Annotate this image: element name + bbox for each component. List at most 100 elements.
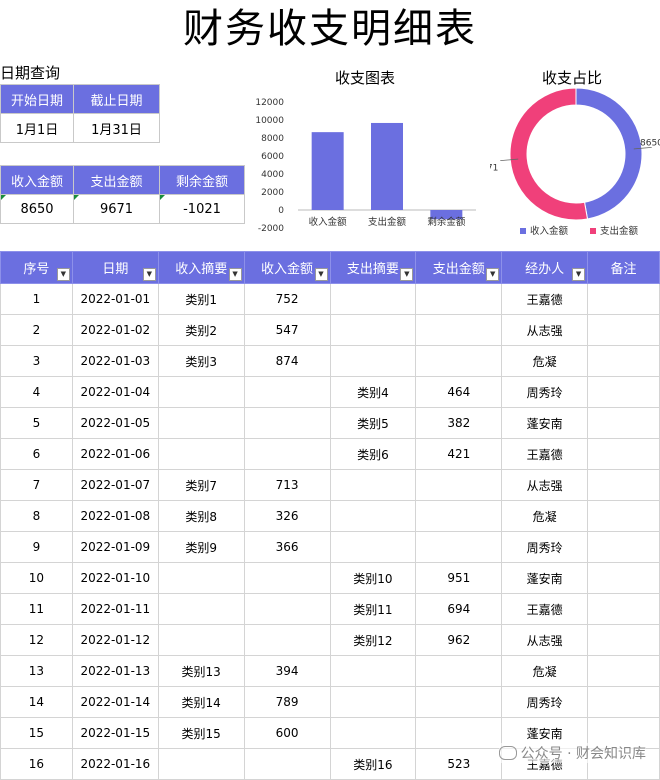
cell-expense-amount[interactable]: 464 bbox=[415, 376, 503, 408]
cell-income-amount[interactable] bbox=[243, 593, 331, 625]
cell-expense-desc[interactable]: 类别4 bbox=[329, 376, 417, 408]
cell-index[interactable]: 11 bbox=[0, 593, 73, 625]
cell-income-desc[interactable]: 类别7 bbox=[157, 469, 245, 501]
cell-handler[interactable]: 王嘉德 bbox=[501, 438, 589, 470]
col-header-handler[interactable]: 经办人 ▼ bbox=[501, 251, 589, 284]
cell-handler[interactable]: 周秀玲 bbox=[501, 686, 589, 718]
cell-handler[interactable]: 危凝 bbox=[501, 345, 589, 377]
cell-date[interactable]: 2022-01-04 bbox=[71, 376, 159, 408]
cell-remark[interactable] bbox=[587, 655, 660, 687]
cell-income-desc[interactable]: 类别14 bbox=[157, 686, 245, 718]
cell-income-desc[interactable] bbox=[157, 562, 245, 594]
cell-index[interactable]: 15 bbox=[0, 717, 73, 749]
filter-dropdown-icon[interactable]: ▼ bbox=[486, 268, 500, 281]
cell-income-desc[interactable] bbox=[157, 407, 245, 439]
cell-expense-amount[interactable] bbox=[415, 717, 503, 749]
cell-income-amount[interactable] bbox=[243, 407, 331, 439]
cell-date[interactable]: 2022-01-03 bbox=[71, 345, 159, 377]
cell-handler[interactable]: 蓬安南 bbox=[501, 407, 589, 439]
start-date-input[interactable]: 1月1日 bbox=[0, 113, 74, 143]
cell-remark[interactable] bbox=[587, 438, 660, 470]
cell-income-desc[interactable]: 类别13 bbox=[157, 655, 245, 687]
cell-expense-desc[interactable]: 类别16 bbox=[329, 748, 417, 780]
cell-expense-amount[interactable]: 523 bbox=[415, 748, 503, 780]
cell-expense-desc[interactable] bbox=[329, 469, 417, 501]
cell-expense-amount[interactable] bbox=[415, 469, 503, 501]
cell-handler[interactable]: 从志强 bbox=[501, 314, 589, 346]
filter-dropdown-icon[interactable]: ▼ bbox=[314, 268, 328, 281]
col-header-income-desc[interactable]: 收入摘要 ▼ bbox=[157, 251, 245, 284]
cell-handler[interactable]: 蓬安南 bbox=[501, 562, 589, 594]
cell-index[interactable]: 6 bbox=[0, 438, 73, 470]
col-header-expense-amount[interactable]: 支出金额 ▼ bbox=[415, 251, 503, 284]
cell-date[interactable]: 2022-01-08 bbox=[71, 500, 159, 532]
cell-income-amount[interactable] bbox=[243, 438, 331, 470]
cell-expense-desc[interactable]: 类别5 bbox=[329, 407, 417, 439]
cell-remark[interactable] bbox=[587, 593, 660, 625]
cell-remark[interactable] bbox=[587, 624, 660, 656]
cell-expense-amount[interactable] bbox=[415, 655, 503, 687]
expense-total-cell[interactable]: 9671 bbox=[73, 194, 160, 224]
cell-expense-desc[interactable]: 类别10 bbox=[329, 562, 417, 594]
cell-date[interactable]: 2022-01-14 bbox=[71, 686, 159, 718]
cell-remark[interactable] bbox=[587, 562, 660, 594]
cell-remark[interactable] bbox=[587, 283, 660, 315]
cell-date[interactable]: 2022-01-13 bbox=[71, 655, 159, 687]
cell-date[interactable]: 2022-01-01 bbox=[71, 283, 159, 315]
cell-date[interactable]: 2022-01-12 bbox=[71, 624, 159, 656]
cell-expense-desc[interactable]: 类别6 bbox=[329, 438, 417, 470]
cell-index[interactable]: 3 bbox=[0, 345, 73, 377]
end-date-input[interactable]: 1月31日 bbox=[73, 113, 160, 143]
col-header-remark[interactable]: 备注 bbox=[587, 251, 660, 284]
cell-handler[interactable]: 危凝 bbox=[501, 500, 589, 532]
cell-income-desc[interactable]: 类别8 bbox=[157, 500, 245, 532]
filter-dropdown-icon[interactable]: ▼ bbox=[56, 268, 70, 281]
cell-expense-amount[interactable]: 421 bbox=[415, 438, 503, 470]
cell-date[interactable]: 2022-01-15 bbox=[71, 717, 159, 749]
cell-index[interactable]: 9 bbox=[0, 531, 73, 563]
cell-index[interactable]: 12 bbox=[0, 624, 73, 656]
cell-expense-amount[interactable]: 962 bbox=[415, 624, 503, 656]
cell-index[interactable]: 4 bbox=[0, 376, 73, 408]
cell-income-amount[interactable] bbox=[243, 376, 331, 408]
cell-expense-amount[interactable] bbox=[415, 686, 503, 718]
cell-handler[interactable]: 周秀玲 bbox=[501, 376, 589, 408]
cell-handler[interactable]: 王嘉德 bbox=[501, 283, 589, 315]
cell-income-desc[interactable] bbox=[157, 593, 245, 625]
cell-expense-desc[interactable] bbox=[329, 531, 417, 563]
cell-income-desc[interactable] bbox=[157, 376, 245, 408]
cell-income-desc[interactable]: 类别3 bbox=[157, 345, 245, 377]
cell-date[interactable]: 2022-01-10 bbox=[71, 562, 159, 594]
cell-income-amount[interactable]: 752 bbox=[243, 283, 331, 315]
cell-index[interactable]: 14 bbox=[0, 686, 73, 718]
cell-date[interactable]: 2022-01-06 bbox=[71, 438, 159, 470]
cell-index[interactable]: 5 bbox=[0, 407, 73, 439]
cell-remark[interactable] bbox=[587, 345, 660, 377]
cell-expense-desc[interactable] bbox=[329, 655, 417, 687]
balance-cell[interactable]: -1021 bbox=[159, 194, 245, 224]
col-header-income-amount[interactable]: 收入金额 ▼ bbox=[243, 251, 331, 284]
filter-dropdown-icon[interactable]: ▼ bbox=[572, 268, 586, 281]
cell-date[interactable]: 2022-01-07 bbox=[71, 469, 159, 501]
cell-expense-amount[interactable]: 382 bbox=[415, 407, 503, 439]
cell-expense-amount[interactable] bbox=[415, 531, 503, 563]
cell-remark[interactable] bbox=[587, 376, 660, 408]
cell-income-amount[interactable]: 326 bbox=[243, 500, 331, 532]
cell-income-amount[interactable]: 547 bbox=[243, 314, 331, 346]
cell-income-amount[interactable]: 874 bbox=[243, 345, 331, 377]
cell-index[interactable]: 8 bbox=[0, 500, 73, 532]
cell-expense-amount[interactable] bbox=[415, 283, 503, 315]
cell-expense-desc[interactable]: 类别11 bbox=[329, 593, 417, 625]
cell-income-desc[interactable]: 类别15 bbox=[157, 717, 245, 749]
cell-expense-amount[interactable]: 951 bbox=[415, 562, 503, 594]
cell-remark[interactable] bbox=[587, 407, 660, 439]
cell-expense-desc[interactable] bbox=[329, 686, 417, 718]
cell-income-amount[interactable]: 789 bbox=[243, 686, 331, 718]
cell-index[interactable]: 16 bbox=[0, 748, 73, 780]
cell-handler[interactable]: 危凝 bbox=[501, 655, 589, 687]
cell-date[interactable]: 2022-01-11 bbox=[71, 593, 159, 625]
cell-remark[interactable] bbox=[587, 500, 660, 532]
cell-remark[interactable] bbox=[587, 469, 660, 501]
cell-expense-amount[interactable]: 694 bbox=[415, 593, 503, 625]
cell-income-desc[interactable]: 类别2 bbox=[157, 314, 245, 346]
